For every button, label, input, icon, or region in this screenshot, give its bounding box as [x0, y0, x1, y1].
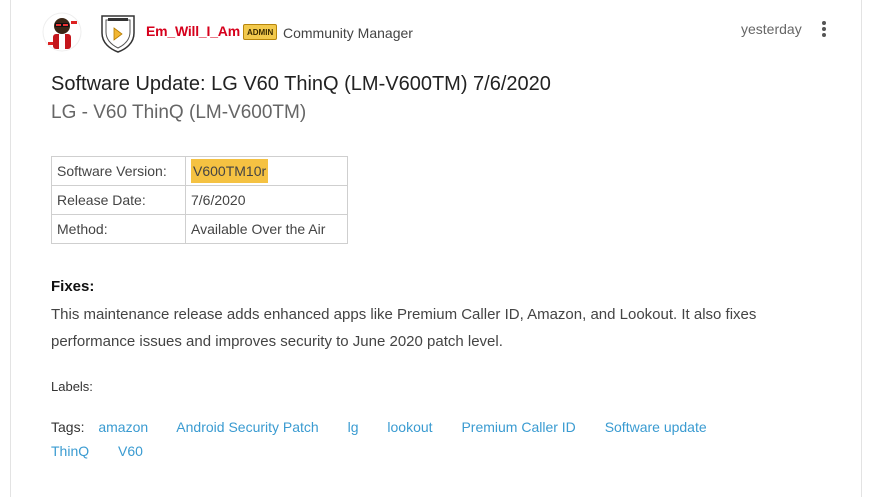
table-row: Release Date: 7/6/2020 [51, 185, 348, 215]
table-row: Software Version: V600TM10r [51, 156, 348, 186]
tag-link-premium-caller-id[interactable]: Premium Caller ID [461, 419, 575, 435]
fixes-text: This maintenance release adds enhanced a… [51, 306, 757, 350]
post-title: Software Update: LG V60 ThinQ (LM-V600TM… [51, 73, 551, 95]
spec-value: Available Over the Air [185, 214, 348, 244]
spec-label: Software Version: [51, 156, 186, 186]
fixes-heading: Fixes: [51, 278, 95, 295]
more-options-icon[interactable] [816, 19, 832, 39]
table-row: Method: Available Over the Air [51, 214, 348, 244]
tags-list: Tags: amazon Android Security Patch lg l… [51, 415, 791, 463]
tag-link-lg[interactable]: lg [348, 419, 359, 435]
tags-label: Tags: [51, 419, 85, 435]
author-name-link[interactable]: Em_Will_I_Am [146, 23, 240, 39]
admin-badge: ADMIN [243, 24, 278, 40]
tag-link-android-security-patch[interactable]: Android Security Patch [176, 419, 318, 435]
avatar[interactable] [42, 12, 82, 52]
post-timestamp: yesterday [741, 21, 802, 37]
highlighted-version: V600TM10r [191, 159, 269, 183]
spec-label: Release Date: [51, 185, 186, 215]
tag-link-v60[interactable]: V60 [118, 443, 143, 459]
spec-value: 7/6/2020 [185, 185, 348, 215]
post-subtitle: LG - V60 ThinQ (LM-V600TM) [51, 102, 307, 123]
specs-table: Software Version: V600TM10r Release Date… [51, 156, 348, 244]
spec-label: Method: [51, 214, 186, 244]
tag-link-software-update[interactable]: Software update [605, 419, 707, 435]
tag-link-amazon[interactable]: amazon [98, 419, 148, 435]
rank-shield-icon [101, 15, 135, 53]
author-role: Community Manager [283, 25, 413, 41]
tag-link-thinq[interactable]: ThinQ [51, 443, 89, 459]
tag-link-lookout[interactable]: lookout [387, 419, 432, 435]
labels-label: Labels: [51, 379, 93, 394]
spec-value-cell: V600TM10r [185, 156, 348, 186]
